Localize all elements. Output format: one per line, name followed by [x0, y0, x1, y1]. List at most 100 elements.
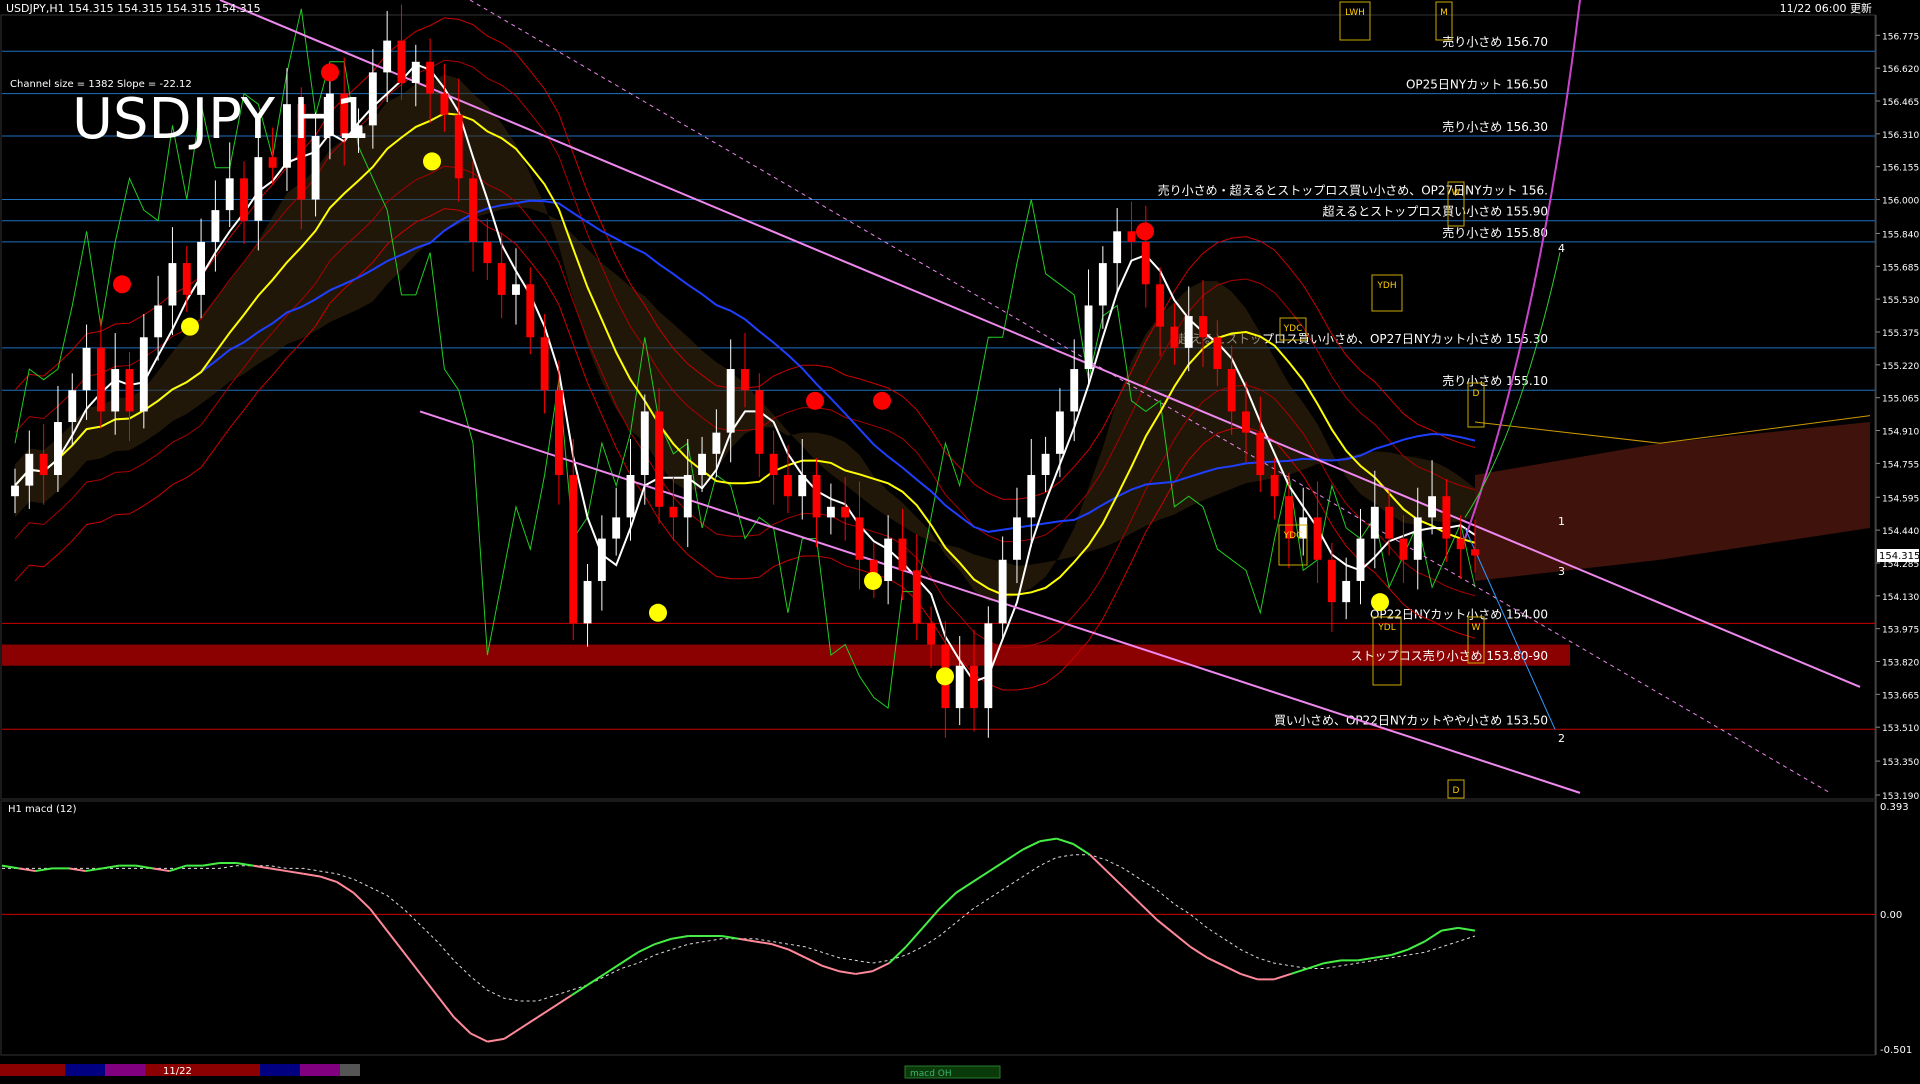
price-tick-label: 156.775 — [1882, 32, 1919, 42]
timeline-segment — [260, 1064, 300, 1076]
reference-box-label: M — [1440, 8, 1448, 18]
candle-body — [698, 454, 706, 475]
candle-body — [584, 581, 592, 623]
candle-body — [827, 507, 835, 518]
buy-signal-marker — [181, 318, 199, 336]
candle-body — [269, 157, 277, 168]
candle-body — [1099, 263, 1107, 305]
candle-body — [512, 284, 520, 295]
candle-body — [741, 369, 749, 390]
candle-body — [770, 454, 778, 475]
candle-body — [1228, 369, 1236, 411]
candle-body — [555, 390, 563, 475]
candle-body — [784, 475, 792, 496]
candle-body — [169, 263, 177, 305]
candle-body — [727, 369, 735, 433]
price-tick-label: 156.000 — [1882, 197, 1919, 207]
candle-body — [183, 263, 191, 295]
candle-body — [684, 475, 692, 517]
candle-body — [655, 411, 663, 506]
update-datetime: 11/22 06:00 更新 — [1780, 1, 1872, 15]
candle-body — [1371, 507, 1379, 539]
buy-signal-marker — [1371, 593, 1389, 611]
candle-body — [1156, 284, 1164, 326]
price-tick-label: 153.510 — [1882, 724, 1919, 734]
buy-signal-marker — [423, 152, 441, 170]
macd-scale-top: 0.393 — [1880, 802, 1909, 813]
macd-scale-zero: 0.00 — [1880, 910, 1902, 921]
reference-box-label: YDC — [1283, 324, 1303, 334]
candle-body — [999, 560, 1007, 624]
candle-body — [40, 454, 48, 475]
candle-body — [383, 41, 391, 73]
candle-body — [598, 539, 606, 581]
candle-body — [526, 284, 534, 337]
price-tick-label: 155.530 — [1882, 296, 1919, 306]
candle-body — [83, 348, 91, 390]
timeline-segment — [65, 1064, 105, 1076]
reference-box-label: D — [1473, 389, 1480, 399]
candle-body — [612, 517, 620, 538]
reference-box-label: YDL — [1377, 623, 1395, 633]
candle-body — [240, 178, 248, 220]
candle-body — [455, 115, 463, 179]
price-tick-label: 156.465 — [1882, 98, 1919, 108]
current-price-label: 154.315 — [1879, 551, 1920, 562]
candle-body — [841, 507, 849, 518]
candle-body — [68, 390, 76, 422]
sell-signal-marker — [321, 63, 339, 81]
wave-count-label: 3 — [1558, 565, 1565, 578]
buy-signal-marker — [864, 572, 882, 590]
price-tick-label: 155.685 — [1882, 263, 1919, 273]
candle-body — [970, 666, 978, 708]
candle-body — [1027, 475, 1035, 517]
chart-svg[interactable]: ストップロス売り小さめ 153.80-90 売り小さめ 156.70OP25日N… — [0, 0, 1920, 1080]
candle-body — [813, 475, 821, 517]
price-level-label: 売り小さめ 155.10 — [1442, 373, 1548, 388]
candle-body — [126, 369, 134, 411]
big-chart-title: USDJPY H1 — [72, 87, 370, 152]
price-tick-label: 153.975 — [1882, 626, 1919, 636]
candle-body — [1428, 496, 1436, 517]
price-tick-label: 156.620 — [1882, 65, 1919, 75]
candle-body — [25, 454, 33, 486]
wave-count-label: 1 — [1558, 515, 1565, 528]
candle-body — [1271, 475, 1279, 496]
price-tick-label: 154.440 — [1882, 527, 1919, 537]
candle-body — [1256, 433, 1264, 475]
candle-body — [1385, 507, 1393, 539]
candle-body — [498, 263, 506, 295]
candle-body — [154, 305, 162, 337]
price-level-label: 超えるとストップロス買い小さめ 155.90 — [1323, 204, 1548, 219]
candle-body — [1070, 369, 1078, 411]
macd-scale-bottom: -0.501 — [1880, 1045, 1912, 1056]
wave-count-label: 2 — [1558, 732, 1565, 745]
timeline-segment — [185, 1064, 260, 1076]
candle-body — [111, 369, 119, 411]
price-level-label: OP22日NYカット小さめ 154.00 — [1370, 607, 1548, 621]
macd-oh-label: macd OH — [910, 1069, 952, 1079]
price-tick-label: 154.910 — [1882, 428, 1919, 438]
candle-body — [856, 517, 864, 559]
price-tick-label: 153.665 — [1882, 691, 1919, 701]
candle-body — [913, 570, 921, 623]
candle-body — [927, 623, 935, 644]
candle-body — [1314, 517, 1322, 559]
candle-body — [1357, 539, 1365, 581]
timeline-segment — [0, 1064, 65, 1076]
candle-body — [412, 62, 420, 83]
sell-signal-marker — [1136, 222, 1154, 240]
price-tick-label: 153.820 — [1882, 658, 1919, 668]
price-tick-label: 153.190 — [1882, 792, 1919, 802]
timeline-segment — [340, 1064, 360, 1076]
candle-body — [254, 157, 262, 221]
price-tick-label: 154.130 — [1882, 593, 1919, 603]
candle-body — [1328, 560, 1336, 602]
sell-signal-marker — [873, 392, 891, 410]
candle-body — [426, 62, 434, 94]
candle-body — [226, 178, 234, 210]
candle-body — [1414, 517, 1422, 559]
candle-body — [1442, 496, 1450, 538]
candle-body — [755, 390, 763, 454]
price-tick-label: 153.350 — [1882, 758, 1919, 768]
